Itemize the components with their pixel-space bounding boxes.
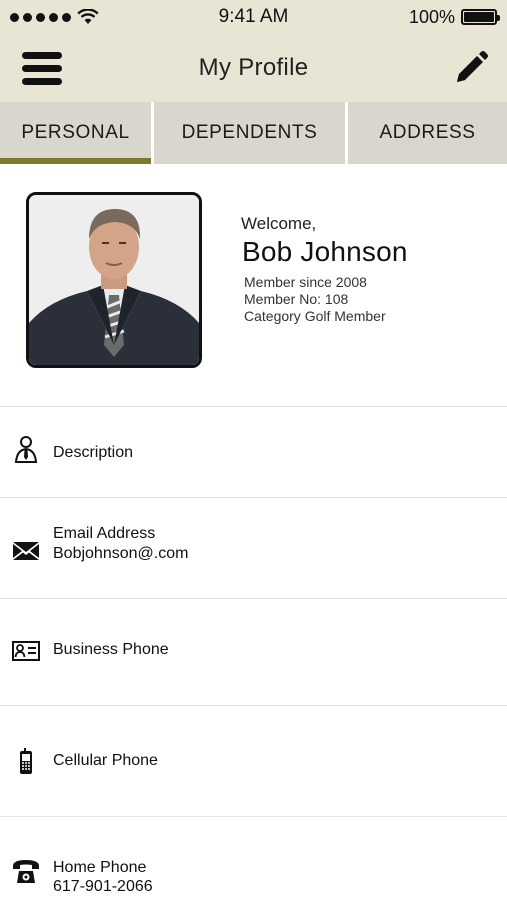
signal-strength-icon (10, 12, 71, 22)
page-title: My Profile (198, 54, 309, 81)
contact-card-icon (12, 641, 40, 661)
field-value: Bobjohnson@.com (53, 545, 189, 562)
battery-percentage: 100% (408, 6, 455, 27)
status-bar: 9:41 AM 100% (0, 0, 507, 34)
pencil-edit-icon[interactable] (453, 50, 489, 86)
welcome-text: Welcome, (241, 214, 317, 233)
envelope-icon (13, 542, 39, 560)
member-details: Member since 2008 Member No: 108 Categor… (244, 274, 386, 325)
wifi-icon (77, 9, 99, 24)
field-label: Description (53, 444, 134, 461)
tab-personal[interactable]: PERSONAL (0, 102, 151, 164)
field-label: Home Phone (53, 859, 147, 876)
battery-icon (461, 9, 500, 25)
telephone-icon (13, 860, 39, 883)
list-item-description[interactable]: Description (0, 406, 507, 497)
profile-fields-list: Description Email Address Bobjohnson@.co… (0, 406, 507, 900)
person-tie-icon (14, 436, 38, 463)
profile-tabs: PERSONAL DEPENDENTS ADDRESS (0, 102, 507, 164)
member-category: Category Golf Member (244, 308, 386, 324)
list-item-email[interactable]: Email Address Bobjohnson@.com (0, 497, 507, 598)
avatar[interactable] (26, 192, 202, 368)
hamburger-menu-icon (22, 52, 64, 85)
navigation-bar: My Profile (0, 34, 507, 102)
tab-dependents[interactable]: DEPENDENTS (154, 102, 345, 164)
menu-button[interactable] (22, 52, 64, 86)
field-label: Cellular Phone (53, 752, 158, 769)
field-label: Business Phone (53, 641, 169, 658)
profile-photo (29, 195, 199, 365)
member-name: Bob Johnson (242, 236, 408, 267)
signal-area (10, 9, 99, 25)
member-number: Member No: 108 (244, 291, 349, 307)
field-label: Email Address (53, 525, 156, 542)
battery-area: 100% (408, 6, 500, 28)
list-item-cellular-phone[interactable]: Cellular Phone (0, 705, 507, 816)
list-item-business-phone[interactable]: Business Phone (0, 598, 507, 705)
member-since: Member since 2008 (244, 274, 367, 290)
profile-summary: Welcome, Bob Johnson Member since 2008 M… (0, 164, 507, 406)
tab-address[interactable]: ADDRESS (348, 102, 507, 164)
mobile-phone-icon (20, 748, 32, 774)
field-value: 617-901-2066 (53, 878, 153, 895)
list-item-home-phone[interactable]: Home Phone 617-901-2066 (0, 816, 507, 900)
